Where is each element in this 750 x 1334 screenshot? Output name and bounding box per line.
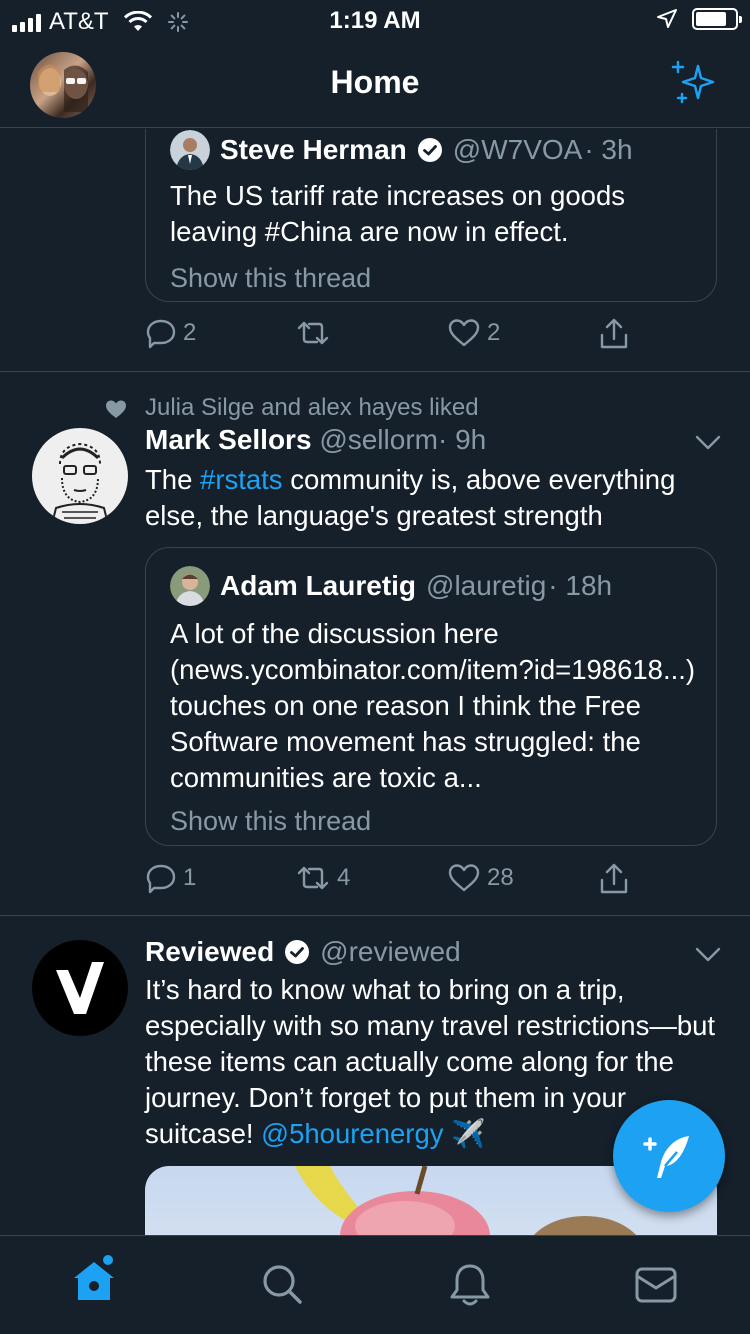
mention-link[interactable]: @5hourenergy xyxy=(261,1118,443,1149)
like-count: 2 xyxy=(487,319,501,346)
reply-count: 1 xyxy=(183,864,197,891)
page-title: Home xyxy=(330,64,420,100)
sparkle-icon[interactable] xyxy=(670,58,720,108)
quoted-tweet-time: · 3h xyxy=(584,134,633,165)
status-bar: AT&T 1:19 AM xyxy=(0,0,750,40)
notifications-icon[interactable] xyxy=(448,1262,492,1308)
like-icon xyxy=(448,319,480,347)
tweet-actions: 1 4 28 xyxy=(145,862,645,902)
tweet-text-part: The xyxy=(145,464,201,495)
like-icon xyxy=(448,864,480,892)
adam-lauretig-avatar xyxy=(170,566,210,606)
share-button[interactable] xyxy=(597,317,631,351)
hashtag-link[interactable]: #rstats xyxy=(200,464,283,495)
share-icon xyxy=(600,863,628,894)
quoted-author-name: Steve Herman xyxy=(220,134,407,165)
reply-button[interactable]: 1 xyxy=(145,862,196,894)
chevron-down-icon[interactable] xyxy=(694,434,722,452)
quoted-tweet-card[interactable]: Steve Herman @W7VOA · 3h The US tariff ra… xyxy=(145,129,717,302)
tweet-time: · 9h xyxy=(437,424,487,455)
search-icon[interactable] xyxy=(260,1262,304,1306)
reply-icon xyxy=(146,319,176,349)
messages-icon[interactable] xyxy=(634,1266,678,1304)
tweet[interactable]: Julia Silge and alex hayes liked Mark Se… xyxy=(0,372,750,915)
retweet-count: 4 xyxy=(337,864,351,891)
reply-icon xyxy=(146,864,176,894)
retweet-button[interactable]: 4 xyxy=(295,862,350,894)
like-button[interactable]: 2 xyxy=(447,317,500,349)
timeline-feed[interactable]: Steve Herman @W7VOA · 3h The US tariff ra… xyxy=(0,129,750,1235)
quoted-author-handle: @lauretig xyxy=(426,570,547,601)
share-icon xyxy=(600,318,628,349)
retweet-button[interactable] xyxy=(295,317,337,349)
author-avatar[interactable] xyxy=(32,940,128,1036)
retweet-icon xyxy=(297,321,329,345)
quoted-tweet-text: The US tariff rate increases on goods le… xyxy=(170,180,626,247)
social-context: Julia Silge and alex hayes liked xyxy=(145,394,479,421)
compose-feather-icon xyxy=(643,1136,689,1178)
top-header: Home xyxy=(0,40,750,128)
verified-badge-icon xyxy=(417,138,442,162)
show-thread-link[interactable]: Show this thread xyxy=(170,263,371,294)
clock: 1:19 AM xyxy=(329,7,421,34)
retweet-icon xyxy=(297,866,329,890)
quoted-author-handle: @W7VOA xyxy=(452,134,583,165)
show-thread-link[interactable]: Show this thread xyxy=(170,806,371,837)
airplane-emoji: ✈️ xyxy=(451,1118,486,1150)
verified-badge-icon xyxy=(285,940,310,964)
location-arrow-icon xyxy=(657,9,677,28)
bottom-tab-bar xyxy=(0,1235,750,1334)
author-handle: @sellorm xyxy=(319,424,438,455)
author-handle: @reviewed xyxy=(320,936,461,967)
author-avatar[interactable] xyxy=(32,428,128,524)
quoted-tweet-card[interactable]: Adam Lauretig @lauretig · 18h A lot of th… xyxy=(145,547,717,846)
heart-filled-icon xyxy=(106,400,126,418)
reply-count: 2 xyxy=(183,319,197,346)
home-icon[interactable] xyxy=(70,1254,118,1304)
quoted-tweet-time: · 18h xyxy=(548,570,613,601)
reply-button[interactable]: 2 xyxy=(145,317,196,349)
tweet-actions: 2 2 xyxy=(145,317,645,357)
compose-tweet-button[interactable] xyxy=(613,1100,725,1212)
quoted-author-name: Adam Lauretig xyxy=(220,570,417,601)
steve-herman-avatar xyxy=(170,130,210,170)
chevron-down-icon[interactable] xyxy=(694,946,722,964)
like-button[interactable]: 28 xyxy=(447,862,514,894)
author-name: Mark Sellors xyxy=(145,424,312,455)
like-count: 28 xyxy=(487,864,514,891)
author-name: Reviewed xyxy=(145,936,275,967)
battery-icon xyxy=(692,8,742,30)
tweet-text: The #rstats community is, above everythi… xyxy=(145,462,725,534)
quoted-tweet-text: A lot of the discussion here (news.ycomb… xyxy=(170,618,696,793)
share-button[interactable] xyxy=(597,862,631,896)
